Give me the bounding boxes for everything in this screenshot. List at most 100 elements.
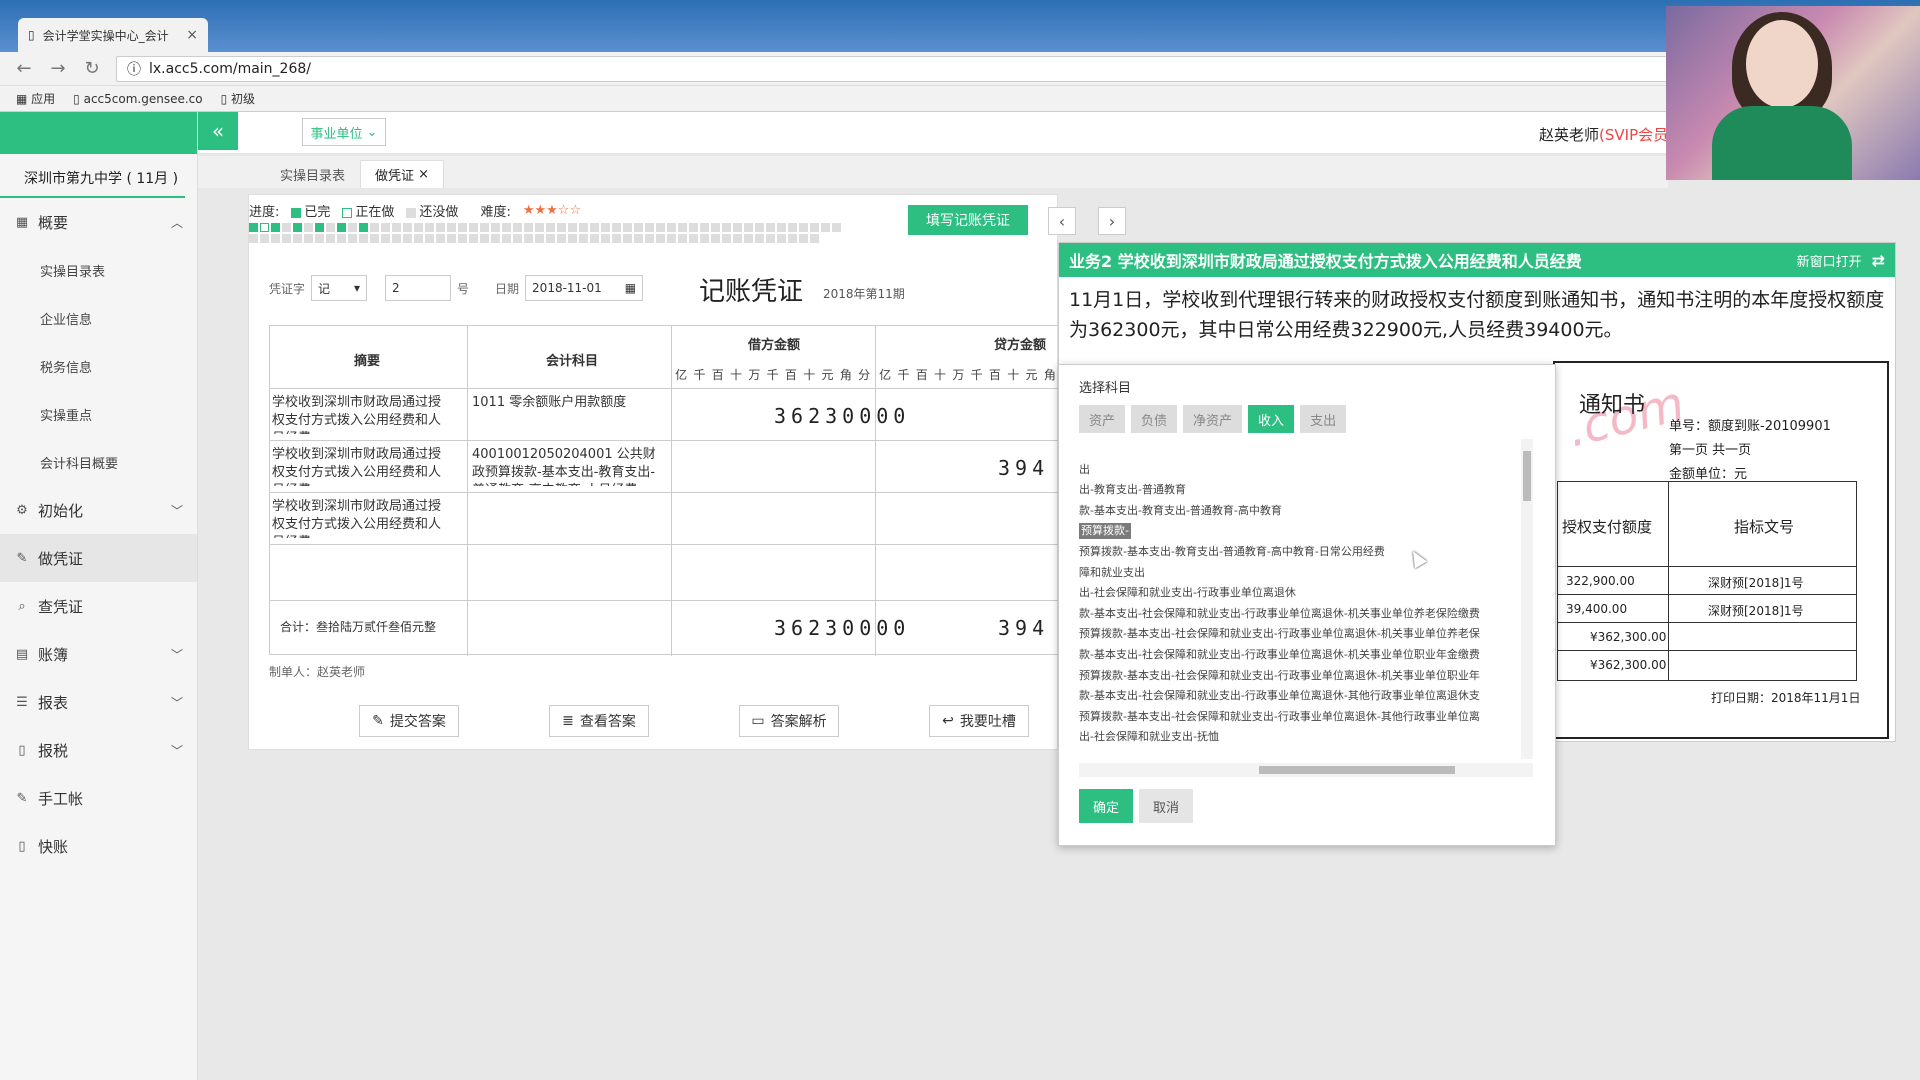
tree-item[interactable]: 出 [1079,460,1527,481]
progress-cell[interactable] [337,234,346,243]
progress-cell[interactable] [535,223,544,232]
date-input[interactable]: 2018-11-01 ▦ [525,275,644,301]
progress-cell[interactable] [370,223,379,232]
progress-cell[interactable] [469,223,478,232]
progress-cell[interactable] [447,223,456,232]
progress-cell[interactable] [513,223,522,232]
progress-cell[interactable] [381,234,390,243]
progress-cell[interactable] [293,234,302,243]
progress-cell[interactable] [348,223,357,232]
progress-cell[interactable] [546,234,555,243]
sidebar-item[interactable]: ✎ 手工帐 [0,774,197,822]
view-answer-button[interactable]: ≣ 查看答案 [549,705,649,737]
progress-cell[interactable] [425,223,434,232]
back-icon[interactable]: ← [14,58,34,79]
tree-item[interactable]: 预算拨款-基本支出-社会保障和就业支出-行政事业单位离退休-机关事业单位养老保 [1079,624,1527,645]
subject-tab[interactable]: 资产 [1079,405,1126,433]
progress-cell[interactable] [590,234,599,243]
tree-item[interactable]: 款-基本支出-社会保障和就业支出-行政事业单位离退休-机关事业单位养老保险缴费 [1079,604,1527,625]
subject-tree[interactable]: 出出-教育支出-普通教育 款-基本支出-教育支出-普通教育-高中教育 预算拨款- 预算… [1079,439,1527,769]
tree-item[interactable]: 款-基本支出-社会保障和就业支出-行政事业单位离退休-其他行政事业单位离退休支 [1079,686,1527,707]
progress-cell[interactable] [568,223,577,232]
progress-cell[interactable] [249,223,258,232]
progress-cell[interactable] [645,234,654,243]
progress-cell[interactable] [249,234,258,243]
progress-cell[interactable] [766,234,775,243]
sidebar-item[interactable]: ⌕ 查凭证 [0,582,197,630]
sidebar-item[interactable]: ▯ 快账 [0,822,197,870]
bookmark-gensee[interactable]: ▯ acc5com.gensee.co [73,92,202,106]
voucher-number-stepper[interactable]: 2 [385,275,452,301]
tree-item[interactable]: 出-社会保障和就业支出-抚恤 [1079,727,1527,748]
next-button[interactable]: › [1098,207,1126,235]
progress-cell[interactable] [667,223,676,232]
progress-cell[interactable] [491,223,500,232]
progress-cell[interactable] [590,223,599,232]
browser-tab[interactable]: ▯ 会计学堂实操中心_会计 × [18,18,208,52]
progress-cell[interactable] [326,234,335,243]
progress-cell[interactable] [392,223,401,232]
sidebar-item[interactable]: ☰ 报表 ﹀ [0,678,197,726]
tree-item[interactable]: 预算拨款- [1079,521,1527,542]
url-input[interactable]: ⓘ lx.acc5.com/main_268/ [116,55,1766,82]
progress-cell[interactable] [348,234,357,243]
confirm-button[interactable]: 确定 [1079,789,1133,823]
progress-cell[interactable] [436,223,445,232]
progress-cell[interactable] [755,234,764,243]
progress-cell[interactable] [711,223,720,232]
progress-cell[interactable] [315,234,324,243]
progress-cell[interactable] [469,234,478,243]
progress-cell[interactable] [403,234,412,243]
voucher-word-select[interactable]: 记 ▾ [311,275,368,301]
subject-tab[interactable]: 支出 [1300,405,1347,433]
progress-cell[interactable] [766,223,775,232]
collapse-sidebar-button[interactable]: « [198,112,238,150]
progress-cell[interactable] [524,234,533,243]
progress-cell[interactable] [425,234,434,243]
progress-cell[interactable] [557,234,566,243]
progress-cell[interactable] [634,223,643,232]
progress-cell[interactable] [579,234,588,243]
progress-cell[interactable] [788,223,797,232]
sidebar-subitem[interactable]: 实操目录表 [0,246,197,294]
progress-cell[interactable] [733,223,742,232]
progress-cell[interactable] [810,234,819,243]
unit-select[interactable]: 事业单位 ⌄ [302,118,386,146]
progress-cell[interactable] [634,234,643,243]
progress-cell[interactable] [403,223,412,232]
progress-cell[interactable] [315,223,324,232]
progress-cell[interactable] [689,234,698,243]
bookmark-chuji[interactable]: ▯ 初级 [221,90,255,107]
progress-cell[interactable] [293,223,302,232]
progress-cell[interactable] [799,223,808,232]
reload-icon[interactable]: ↻ [82,58,102,79]
progress-cell[interactable] [480,223,489,232]
horizontal-scrollbar[interactable] [1079,763,1533,777]
progress-cell[interactable] [810,223,819,232]
progress-cell[interactable] [557,223,566,232]
progress-cell[interactable] [799,234,808,243]
forward-icon[interactable]: → [48,58,68,79]
tree-item[interactable]: 预算拨款-基本支出-教育支出-普通教育-高中教育-日常公用经费 [1079,542,1527,563]
progress-cell[interactable] [392,234,401,243]
progress-cell[interactable] [722,234,731,243]
progress-cell[interactable] [832,223,841,232]
progress-cell[interactable] [359,223,368,232]
sidebar-item[interactable]: ⚙ 初始化 ﹀ [0,486,197,534]
row1-debit[interactable]: 36230000 [774,404,910,428]
progress-cell[interactable] [304,234,313,243]
prev-button[interactable]: ‹ [1048,207,1076,235]
progress-cell[interactable] [502,234,511,243]
progress-cell[interactable] [282,223,291,232]
progress-cell[interactable] [436,234,445,243]
progress-cell[interactable] [733,234,742,243]
progress-cell[interactable] [414,223,423,232]
sidebar-item[interactable]: ✎ 做凭证 [0,534,197,582]
progress-cell[interactable] [788,234,797,243]
tab-catalog[interactable]: 实操目录表 [266,160,359,188]
progress-cell[interactable] [271,223,280,232]
progress-cell[interactable] [381,223,390,232]
progress-cell[interactable] [546,223,555,232]
close-icon[interactable]: × [186,27,198,43]
progress-cell[interactable] [579,223,588,232]
